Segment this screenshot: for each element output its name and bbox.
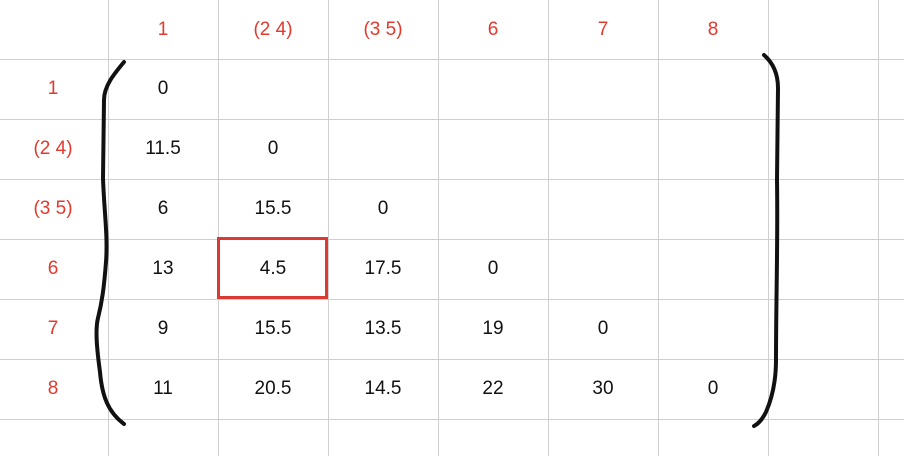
right-bracket — [752, 53, 781, 428]
distance-matrix-sheet: 1 (2 4) (3 5) 6 7 8 1 (2 4) (3 5) 6 7 8 0 11.5 0 6 15.5 0… — [0, 0, 904, 456]
matrix-brackets — [94, 53, 781, 428]
left-bracket — [94, 60, 126, 426]
